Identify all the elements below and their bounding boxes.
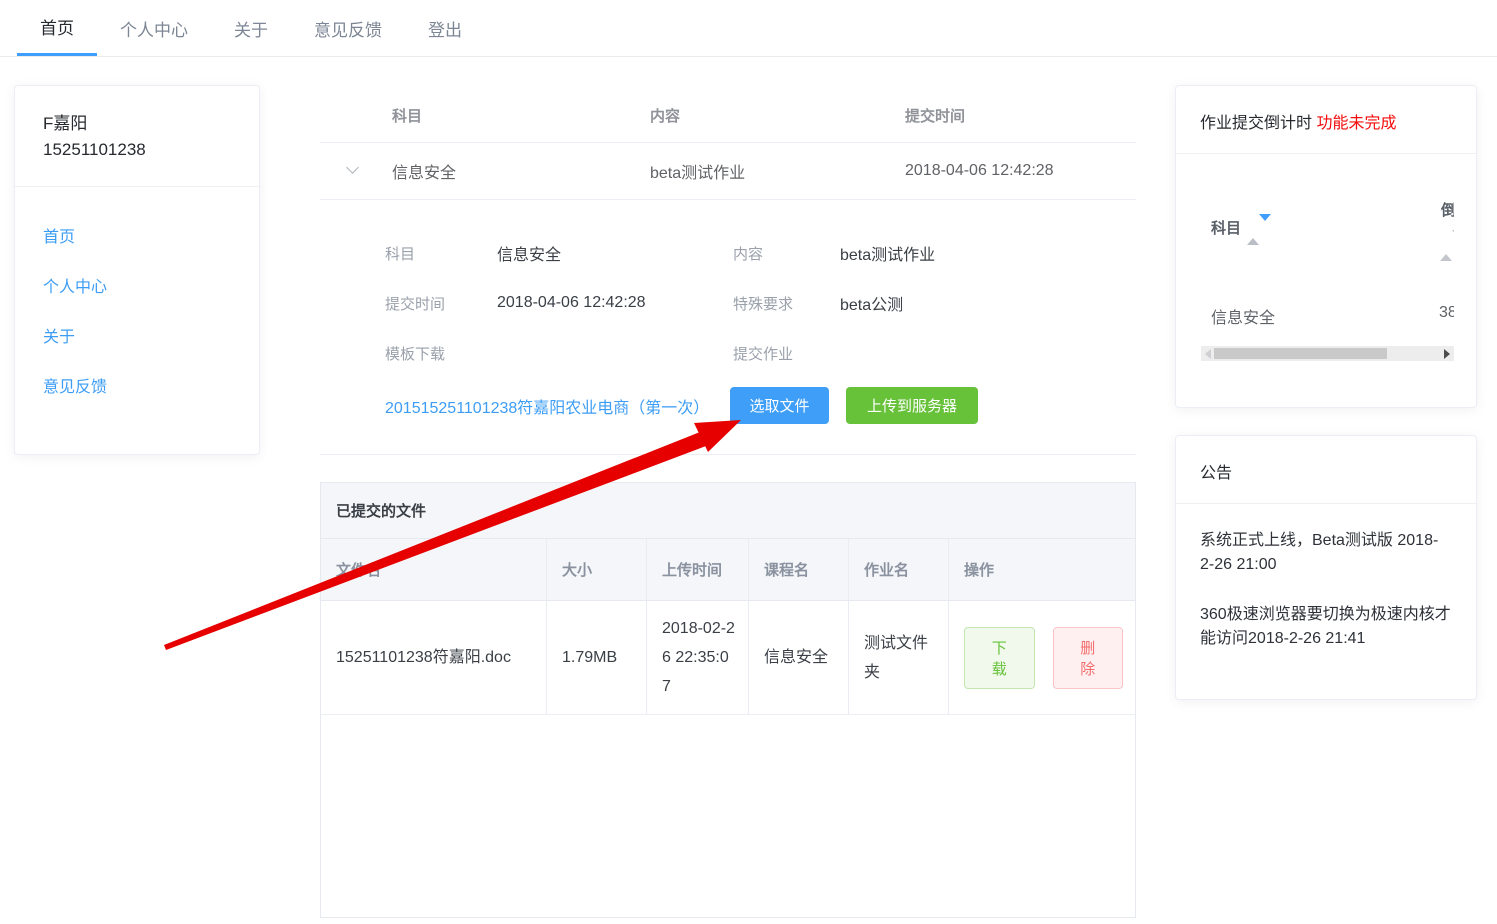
col-file-size: 大小 [547, 539, 647, 600]
assignment-section: 科目 内容 提交时间 信息安全 beta测试作业 2018-04-06 12:4… [320, 88, 1136, 455]
nav-item-home[interactable]: 首页 [17, 0, 97, 56]
sidebar-link-about[interactable]: 关于 [43, 323, 75, 347]
top-navigation: 首页 个人中心 关于 意见反馈 登出 [0, 0, 1497, 57]
template-download-link[interactable]: 201515251101238符嘉阳农业电商（第一次） [385, 394, 730, 418]
assignment-row[interactable]: 信息安全 beta测试作业 2018-04-06 12:42:28 [320, 143, 1136, 200]
announcements-panel: 公告 系统正式上线，Beta测试版 2018-2-26 21:00 360极速浏… [1175, 435, 1477, 700]
file-assignment: 测试文件夹 [849, 601, 949, 714]
nav-item-profile[interactable]: 个人中心 [97, 0, 211, 56]
sidebar-item-home[interactable]: 首页 [15, 210, 259, 260]
col-content: 内容 [650, 105, 905, 126]
detail-subject-value: 信息安全 [497, 241, 733, 265]
countdown-col-subject[interactable]: 科目 [1211, 217, 1271, 238]
sort-icon[interactable] [1440, 237, 1454, 255]
download-button[interactable]: 下载 [964, 627, 1035, 689]
col-course-name: 课程名 [749, 539, 849, 600]
countdown-status: 功能未完成 [1316, 115, 1396, 132]
submitted-files-panel: 已提交的文件 文件名 大小 上传时间 课程名 作业名 操作 1525110123… [320, 482, 1136, 918]
col-upload-time: 上传时间 [647, 539, 749, 600]
user-info: F嘉阳 15251101238 [15, 86, 259, 187]
file-course: 信息安全 [749, 601, 849, 714]
col-subject: 科目 [392, 105, 650, 126]
detail-requirement-value: beta公测 [840, 291, 1136, 315]
announcement-item: 系统正式上线，Beta测试版 2018-2-26 21:00 [1200, 529, 1452, 577]
announcement-item: 360极速浏览器要切换为极速内核才能访问2018-2-26 21:41 [1200, 603, 1452, 651]
file-name: 15251101238符嘉阳.doc [321, 601, 547, 714]
choose-file-button[interactable]: 选取文件 [730, 387, 829, 424]
scrollbar-thumb[interactable] [1214, 348, 1387, 359]
col-assignment-name: 作业名 [849, 539, 949, 600]
detail-requirement-label: 特殊要求 [733, 293, 840, 314]
file-upload-time: 2018-02-26 22:35:07 [647, 601, 749, 714]
detail-time-value: 2018-04-06 12:42:28 [497, 294, 733, 312]
assignment-time: 2018-04-06 12:42:28 [905, 162, 1136, 180]
nav-item-feedback[interactable]: 意见反馈 [291, 0, 405, 56]
sidebar-link-profile[interactable]: 个人中心 [43, 273, 107, 297]
countdown-row-subject: 信息安全 [1211, 304, 1275, 328]
upload-to-server-button[interactable]: 上传到服务器 [846, 387, 978, 424]
col-file-name: 文件名 [321, 539, 547, 600]
sidebar-item-about[interactable]: 关于 [15, 310, 259, 360]
submitted-files-title: 已提交的文件 [321, 483, 1135, 539]
assignment-subject: 信息安全 [392, 159, 650, 183]
detail-time-label: 提交时间 [385, 293, 497, 314]
assignment-content: beta测试作业 [650, 159, 905, 183]
files-table-header: 文件名 大小 上传时间 课程名 作业名 操作 [321, 539, 1135, 601]
horizontal-scrollbar[interactable] [1201, 346, 1454, 361]
user-student-id: 15251101238 [43, 137, 231, 163]
countdown-panel: 作业提交倒计时 功能未完成 科目 倒计时 信息安全 38 [1175, 85, 1477, 408]
user-name: F嘉阳 [43, 111, 231, 137]
detail-submit-label: 提交作业 [733, 343, 840, 364]
countdown-table: 科目 倒计时 信息安全 38 [1176, 154, 1476, 404]
announcements-body: 系统正式上线，Beta测试版 2018-2-26 21:00 360极速浏览器要… [1176, 504, 1476, 651]
sidebar-item-profile[interactable]: 个人中心 [15, 260, 259, 310]
scroll-right-icon[interactable] [1444, 349, 1450, 359]
sidebar-link-feedback[interactable]: 意见反馈 [43, 373, 107, 397]
sidebar-menu: 首页 个人中心 关于 意见反馈 [15, 187, 259, 410]
sidebar-item-feedback[interactable]: 意见反馈 [15, 360, 259, 410]
countdown-title-text: 作业提交倒计时 [1200, 115, 1312, 132]
detail-subject-label: 科目 [385, 243, 497, 264]
col-actions: 操作 [949, 539, 1135, 600]
sort-icon[interactable] [1247, 221, 1271, 238]
countdown-title: 作业提交倒计时 功能未完成 [1176, 86, 1476, 154]
countdown-row-value: 38 [1439, 304, 1454, 322]
delete-button[interactable]: 删除 [1053, 627, 1124, 689]
file-row: 15251101238符嘉阳.doc 1.79MB 2018-02-26 22:… [321, 601, 1135, 715]
user-sidebar: F嘉阳 15251101238 首页 个人中心 关于 意见反馈 [14, 85, 260, 455]
assignment-table-header: 科目 内容 提交时间 [320, 88, 1136, 143]
announcements-title: 公告 [1176, 436, 1476, 504]
detail-content-value: beta测试作业 [840, 241, 1136, 265]
page: 首页 个人中心 关于 意见反馈 登出 F嘉阳 15251101238 首页 个人… [0, 0, 1497, 924]
scroll-left-icon[interactable] [1205, 349, 1211, 359]
nav-item-about[interactable]: 关于 [211, 0, 291, 56]
nav-item-logout[interactable]: 登出 [405, 0, 485, 56]
detail-template-label: 模板下载 [385, 343, 497, 364]
detail-content-label: 内容 [733, 243, 840, 264]
assignment-detail: 科目 信息安全 内容 beta测试作业 提交时间 2018-04-06 12:4… [320, 200, 1136, 455]
sidebar-link-home[interactable]: 首页 [43, 223, 75, 247]
col-submit-time: 提交时间 [905, 105, 1136, 126]
file-size: 1.79MB [547, 601, 647, 714]
countdown-col-countdown[interactable]: 倒计时 [1441, 199, 1454, 220]
